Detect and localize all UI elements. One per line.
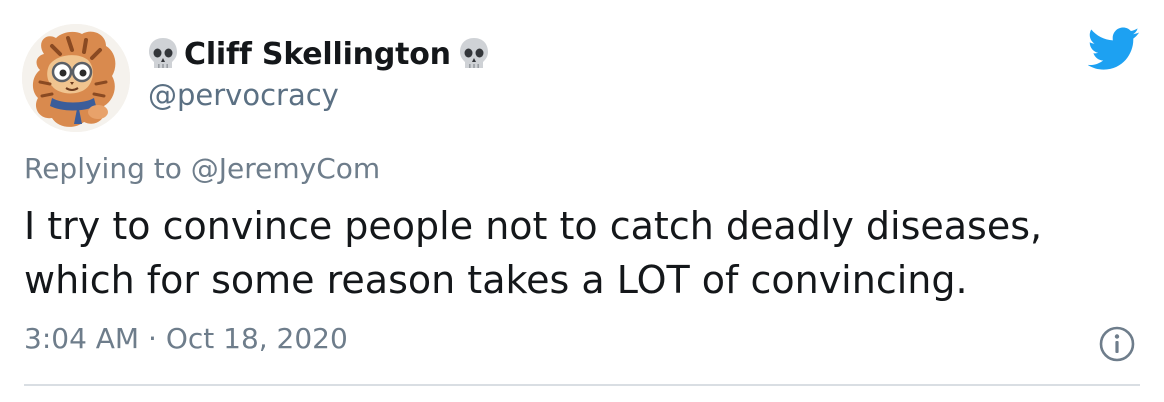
reply-prefix: Replying to — [24, 152, 182, 185]
tweet-timestamp[interactable]: 3:04 AM · Oct 18, 2020 — [24, 322, 348, 355]
skull-icon — [459, 38, 488, 68]
tweet-card: Cliff Skellington @pervocracy Replying t… — [0, 0, 1164, 402]
skull-icon — [149, 38, 177, 68]
twitter-bird-icon[interactable] — [1088, 26, 1140, 72]
avatar-image — [22, 24, 130, 132]
tweet-text-line: I try to convince people not to catch de… — [24, 204, 1043, 248]
tweet-date: Oct 18, 2020 — [165, 322, 348, 355]
timestamp-separator: · — [148, 322, 157, 355]
reply-context: Replying to @JeremyCom — [24, 152, 380, 185]
reply-mention-link[interactable]: @JeremyCom — [191, 152, 380, 185]
tweet-text-line: which for some reason takes a LOT of con… — [24, 258, 968, 302]
avatar[interactable] — [22, 24, 130, 132]
tweet-time: 3:04 AM — [24, 322, 140, 355]
user-handle[interactable]: @pervocracy — [148, 78, 339, 112]
divider — [24, 384, 1140, 386]
tweet-text: I try to convince people not to catch de… — [24, 199, 1144, 307]
info-icon[interactable] — [1098, 325, 1136, 363]
display-name[interactable]: Cliff Skellington — [184, 37, 451, 72]
name-row: Cliff Skellington — [146, 32, 491, 76]
